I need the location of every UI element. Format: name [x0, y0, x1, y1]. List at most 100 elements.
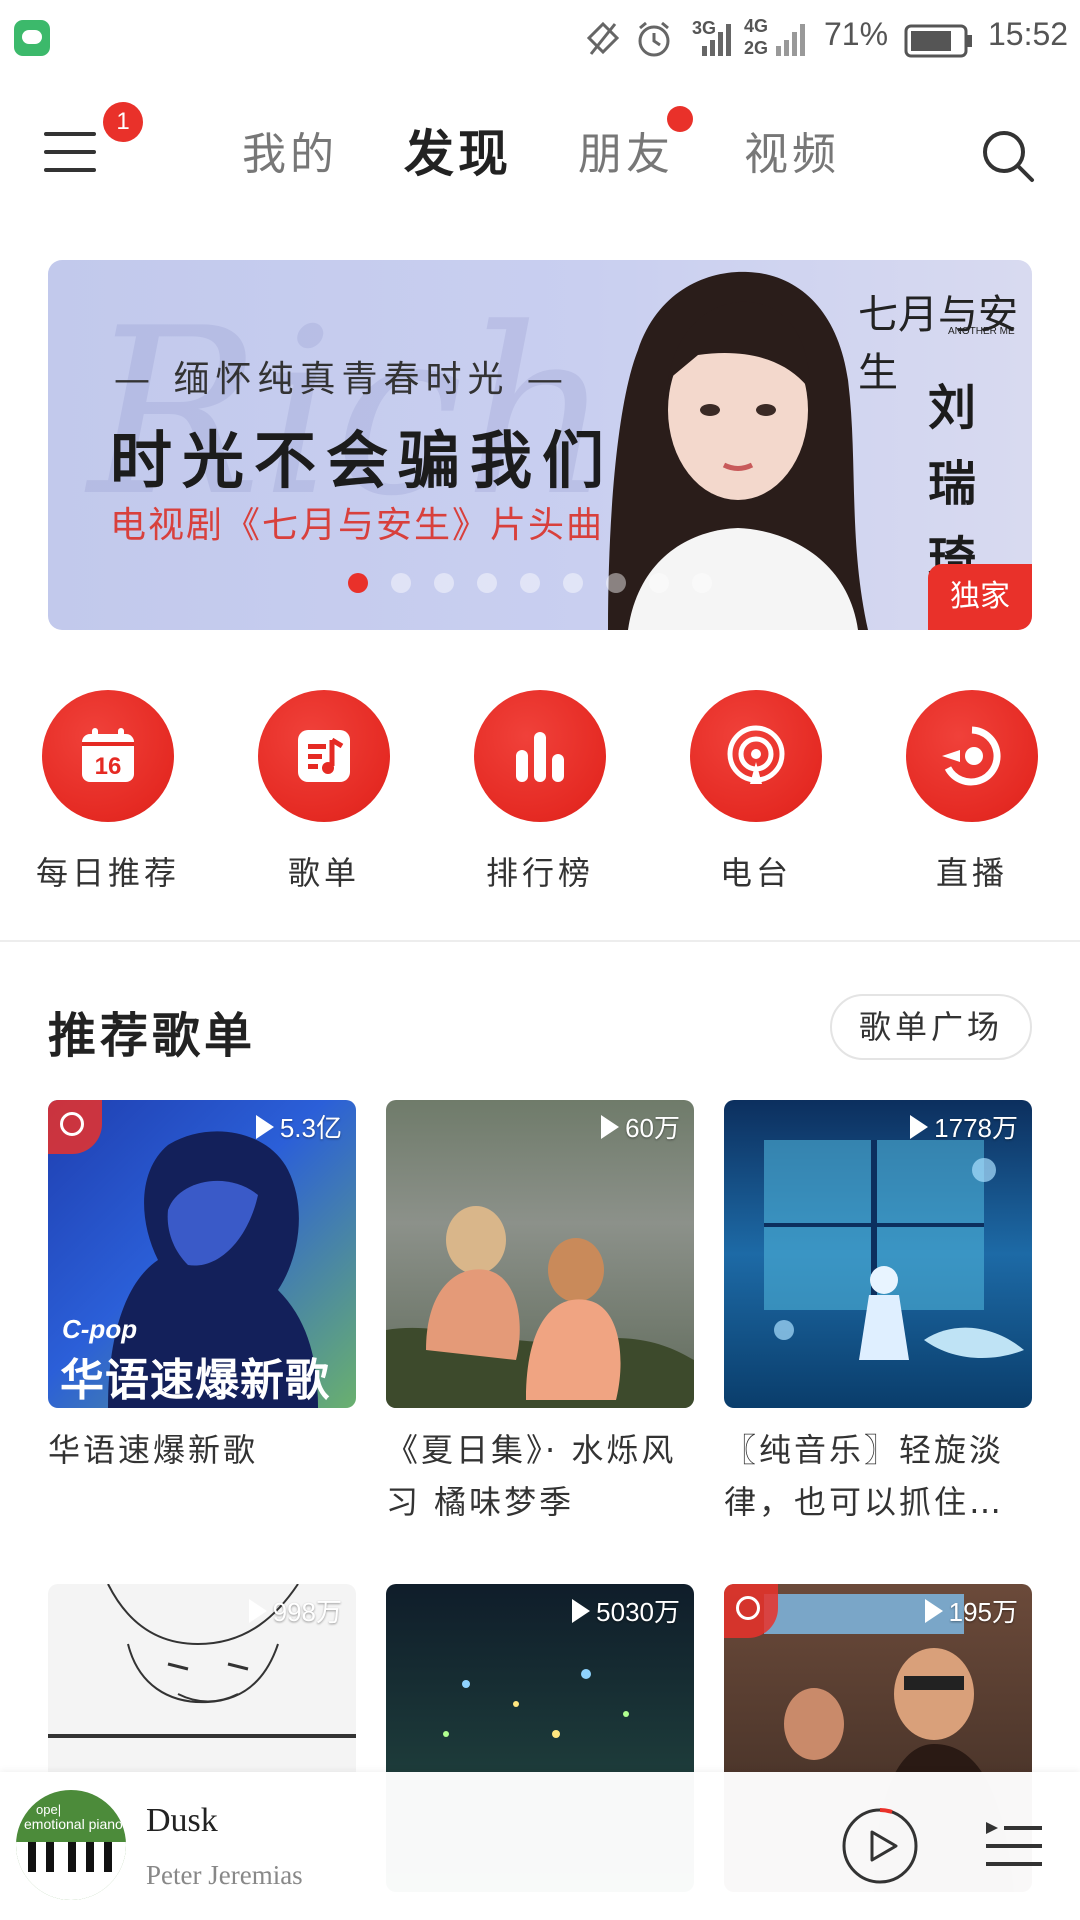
play-count-value: 5030万: [596, 1597, 680, 1627]
banner-subtitle: — 缅怀纯真青春时光 —: [114, 359, 569, 400]
section-divider: [0, 940, 1080, 942]
playlist-title: 〖纯音乐〗轻旋淡律，也可以抓住…: [724, 1431, 1005, 1521]
mini-player[interactable]: ope| emotional piano Dusk Peter Jeremias: [0, 1772, 1080, 1920]
banner-dot[interactable]: [649, 573, 669, 593]
signal-icon: [702, 24, 731, 56]
cover-aquarium-art: [764, 1140, 1024, 1360]
friends-notification-dot: [667, 106, 693, 132]
chart-bars-icon: [516, 732, 564, 782]
play-button[interactable]: [840, 1806, 920, 1886]
playlist-cover: 60万: [386, 1100, 694, 1408]
play-count: 998万: [248, 1592, 342, 1629]
artist-photo: [608, 271, 868, 630]
menu-button[interactable]: [44, 130, 100, 176]
play-count-value: 60万: [625, 1113, 680, 1143]
quick-icon-circle: 16: [42, 690, 174, 822]
play-count-icon: [910, 1115, 929, 1139]
search-icon[interactable]: [980, 128, 1036, 184]
cover-text-small: C-pop: [62, 1314, 138, 1344]
quick-icon-circle: [474, 690, 606, 822]
banner-dot[interactable]: [520, 573, 540, 593]
banner-description: 电视剧《七月与安生》片头曲: [110, 505, 605, 546]
play-count: 5030万: [572, 1592, 680, 1629]
piano-keys-art: [16, 1842, 126, 1900]
banner-dot[interactable]: [391, 573, 411, 593]
banner-carousel[interactable]: Richal — 缅怀纯真青春时光 — 时光不会骗我们 电视剧《七月与安生》片头…: [48, 260, 1032, 630]
signal-secondary-icon: [776, 24, 805, 56]
drama-logo-en: ANOTHER ME: [948, 326, 1015, 337]
banner-dot[interactable]: [606, 573, 626, 593]
tab-video[interactable]: 视频: [744, 118, 840, 182]
quick-daily-recommend[interactable]: 16 每日推荐: [18, 690, 198, 900]
banner-dot[interactable]: [563, 573, 583, 593]
play-count: 60万: [601, 1108, 680, 1145]
banner-dot[interactable]: [434, 573, 454, 593]
live-icon: [942, 726, 1001, 786]
battery-icon: [904, 24, 972, 58]
artist-char: 刘: [928, 380, 977, 436]
playlist-cover: 1778万: [724, 1100, 1032, 1408]
quick-label: 直播: [935, 854, 1008, 892]
section-title: 推荐歌单: [48, 1008, 257, 1064]
play-count-value: 195万: [948, 1597, 1018, 1627]
playlist-card[interactable]: 60万 《夏日集》· 水烁风习 橘味梦季: [386, 1100, 694, 1528]
cover-girls-photo: [386, 1206, 694, 1408]
radio-icon: [727, 725, 785, 784]
playlist-title: 华语速爆新歌: [48, 1431, 259, 1469]
play-count-icon: [255, 1115, 274, 1139]
quick-charts[interactable]: 排行榜: [450, 690, 630, 900]
tab-discover[interactable]: 发现: [404, 114, 512, 186]
quick-label: 歌单: [287, 854, 360, 892]
battery-percent: 71%: [824, 16, 889, 52]
alarm-icon: [638, 21, 670, 57]
playlist-card[interactable]: 5.3亿 C-pop 华语速爆新歌 华语速爆新歌: [48, 1100, 356, 1476]
artist-char: 瑞: [928, 456, 977, 512]
exclusive-badge: 独家: [928, 564, 1032, 630]
network-2g-label: 2G: [744, 38, 769, 58]
quick-label: 电台: [719, 854, 792, 892]
playlist-card[interactable]: 1778万 〖纯音乐〗轻旋淡律，也可以抓住…: [724, 1100, 1032, 1528]
play-count-value: 998万: [272, 1597, 342, 1627]
now-playing-album-art: ope| emotional piano: [16, 1790, 126, 1900]
banner-dot[interactable]: [692, 573, 712, 593]
quick-label: 每日推荐: [35, 854, 180, 892]
now-playing-title: Dusk: [146, 1802, 218, 1839]
calendar-day: 16: [95, 753, 122, 780]
quick-icon-circle: [258, 690, 390, 822]
banner-title: 时光不会骗我们: [110, 424, 615, 497]
play-count: 195万: [924, 1592, 1018, 1629]
rotate-lock-icon: [586, 21, 620, 55]
cover-text-large: 华语速爆新歌: [60, 1355, 330, 1406]
tab-friends[interactable]: 朋友: [578, 118, 674, 182]
quick-playlist[interactable]: 歌单: [234, 690, 414, 900]
quick-icon-circle: [690, 690, 822, 822]
play-count-value: 5.3亿: [279, 1113, 342, 1143]
menu-notification-badge: 1: [103, 102, 143, 142]
tab-mine[interactable]: 我的: [242, 118, 338, 182]
playlist-square-button[interactable]: 歌单广场: [830, 994, 1032, 1060]
banner-dot-active[interactable]: [348, 573, 368, 593]
quick-radio[interactable]: 电台: [666, 690, 846, 900]
calendar-icon: 16: [82, 728, 134, 782]
banner-dot[interactable]: [477, 573, 497, 593]
playlist-title: 《夏日集》· 水烁风习 橘味梦季: [386, 1431, 677, 1521]
network-4g-label: 4G: [744, 16, 769, 36]
play-count-value: 1778万: [934, 1113, 1018, 1143]
play-count-icon: [924, 1599, 943, 1623]
playlist-icon: [298, 730, 350, 782]
quick-live[interactable]: 直播: [882, 690, 1062, 900]
clock: 15:52: [988, 16, 1069, 52]
top-nav: 1 我的 发现 朋友 视频: [0, 78, 1080, 228]
play-count-icon: [248, 1599, 267, 1623]
play-count-icon: [601, 1115, 620, 1139]
playlist-queue-icon[interactable]: [984, 1818, 1044, 1874]
status-bar: 3G 4G 2G 71% 15:52: [0, 0, 1080, 78]
quick-icon-circle: [906, 690, 1038, 822]
play-count-icon: [572, 1599, 591, 1623]
playlist-cover: 5.3亿 C-pop 华语速爆新歌: [48, 1100, 356, 1408]
message-app-icon: [14, 20, 50, 56]
quick-entry-row: 16 每日推荐 歌单 排行榜 电台 直播: [0, 690, 1080, 900]
play-count: 1778万: [910, 1108, 1018, 1145]
play-count: 5.3亿: [255, 1108, 342, 1145]
now-playing-artist: Peter Jeremias: [146, 1860, 303, 1890]
